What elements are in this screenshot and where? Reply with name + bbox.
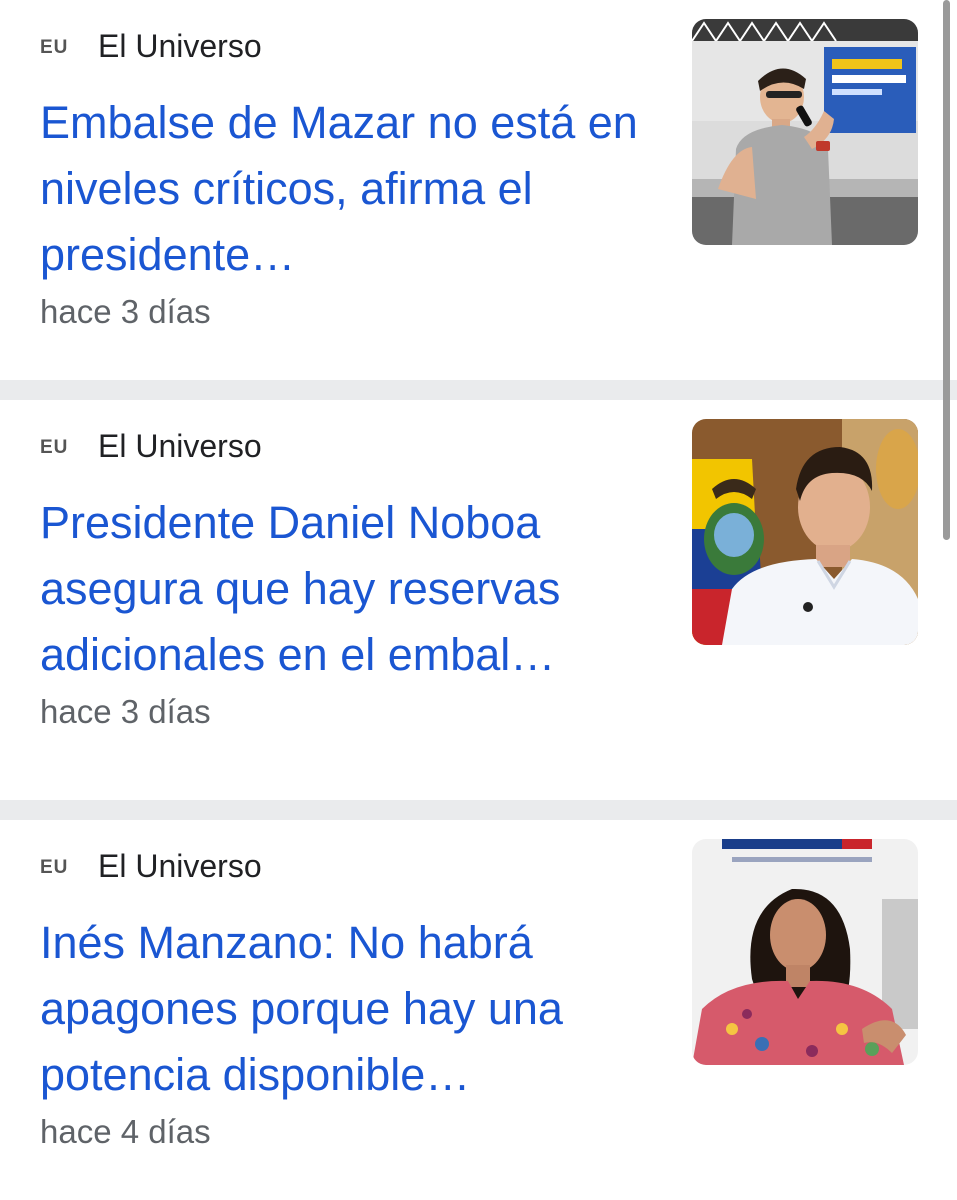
source-name: El Universo [98,427,262,464]
source-logo: EU [40,37,69,58]
news-card[interactable]: EU El Universo Presidente Daniel Noboa a… [0,400,940,780]
news-feed: EU El Universo Embalse de Mazar no está … [0,0,957,1200]
article-time: hace 3 días [40,693,211,730]
source-name: El Universo [98,27,262,64]
article-time: hace 4 días [40,1113,211,1150]
article-thumbnail[interactable] [692,19,918,245]
card-divider [0,800,957,820]
article-headline[interactable]: Presidente Daniel Noboa asegura que hay … [40,490,670,688]
source-logo: EU [40,857,69,878]
article-headline[interactable]: Embalse de Mazar no está en niveles crít… [40,90,670,288]
scrollbar[interactable] [943,0,950,540]
source-row: EU El Universo [40,846,262,886]
news-card[interactable]: EU El Universo Embalse de Mazar no está … [0,0,940,380]
source-row: EU El Universo [40,426,262,466]
source-logo: EU [40,437,69,458]
source-row: EU El Universo [40,26,262,66]
news-card[interactable]: EU El Universo Inés Manzano: No habrá ap… [0,820,940,1200]
article-headline[interactable]: Inés Manzano: No habrá apagones porque h… [40,910,670,1108]
source-name: El Universo [98,847,262,884]
article-time: hace 3 días [40,293,211,330]
article-thumbnail[interactable] [692,839,918,1065]
card-divider [0,380,957,400]
article-thumbnail[interactable] [692,419,918,645]
